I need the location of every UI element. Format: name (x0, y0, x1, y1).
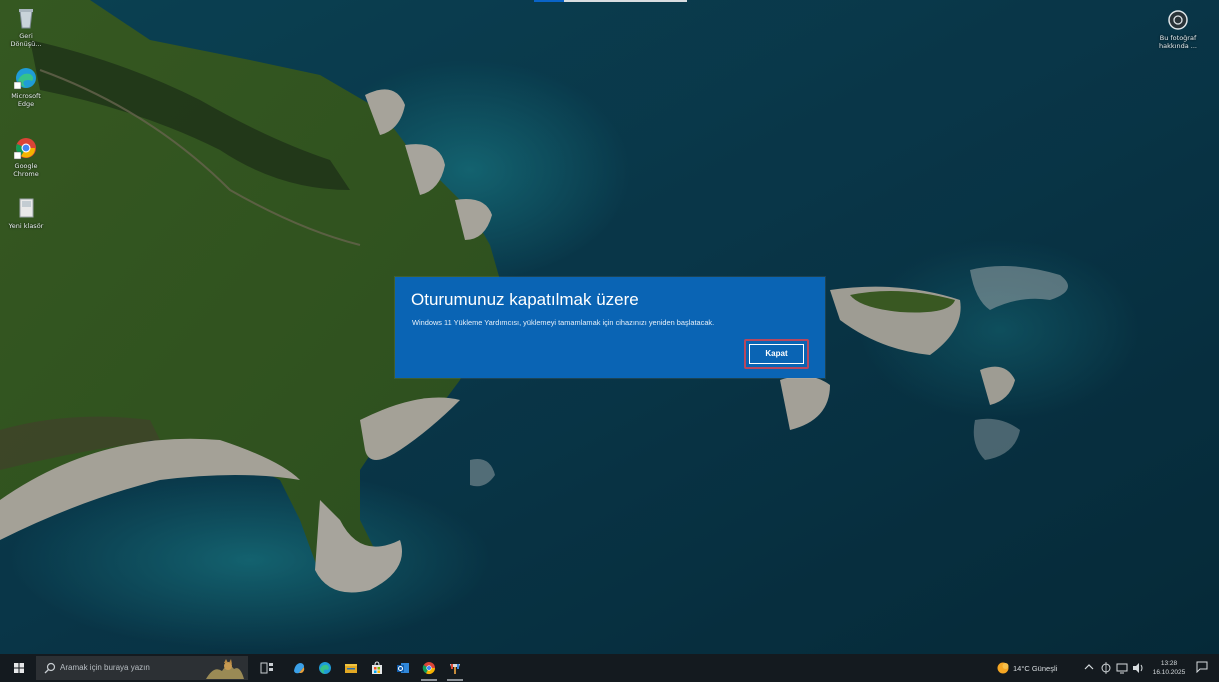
clock-date: 16.10.2025 (1152, 669, 1186, 676)
taskbar-task-view[interactable] (254, 654, 280, 682)
taskbar-chrome[interactable] (416, 654, 442, 682)
desktop-icon-label: Bu fotoğraf hakkında ... (1159, 34, 1197, 50)
taskbar-outlook[interactable] (390, 654, 416, 682)
start-button[interactable] (8, 654, 30, 682)
taskbar-store[interactable] (364, 654, 390, 682)
desktop-icon-about-photo[interactable]: Bu fotoğraf hakkında ... (1154, 8, 1202, 50)
desktop-icon-label: Yeni klasör (8, 222, 44, 230)
top-progress-bar (534, 0, 687, 2)
windows-logo-icon (14, 663, 24, 673)
volume-icon[interactable] (1132, 662, 1144, 674)
sun-icon (997, 662, 1009, 674)
weather-text: 14°C Güneşli (1013, 664, 1058, 673)
camera-icon (1166, 8, 1190, 32)
chrome-icon (422, 662, 435, 675)
edge-icon (13, 66, 38, 90)
folder-icon (14, 196, 38, 220)
taskbar-paint[interactable] (442, 654, 468, 682)
chrome-icon (13, 136, 38, 160)
close-button[interactable]: Kapat (749, 344, 804, 364)
search-highlight-image-icon (206, 659, 244, 679)
taskbar-file-explorer[interactable] (338, 654, 364, 682)
sign-out-dialog: Oturumunuz kapatılmak üzere Windows 11 Y… (395, 277, 825, 378)
search-placeholder: Aramak için buraya yazın (60, 663, 150, 672)
desktop-icon-recycle-bin[interactable]: Geri Dönüşü... (2, 6, 50, 48)
desktop-icon-label: Google Chrome (13, 162, 39, 178)
edge-icon (319, 662, 331, 674)
paint-icon (450, 664, 460, 674)
active-app-indicator (421, 679, 437, 681)
desktop-icon-new-folder[interactable]: Yeni klasör (2, 196, 50, 230)
network-icon[interactable] (1100, 662, 1112, 674)
desktop-icon-label: Geri Dönüşü... (10, 32, 42, 48)
chevron-up-icon[interactable] (1084, 662, 1094, 672)
copilot-icon (294, 663, 305, 674)
dialog-title: Oturumunuz kapatılmak üzere (411, 290, 639, 309)
desktop-screen: Geri Dönüşü... Microsoft Edge Google Chr… (0, 0, 1219, 682)
desktop-icon-microsoft-edge[interactable]: Microsoft Edge (2, 66, 50, 108)
taskbar-clock[interactable]: 13:28 16.10.2025 (1152, 654, 1186, 682)
display-icon[interactable] (1116, 662, 1128, 674)
system-tray (1080, 654, 1150, 682)
taskbar-search-box[interactable]: Aramak için buraya yazın (36, 656, 248, 680)
outlook-icon (397, 663, 409, 673)
dialog-message: Windows 11 Yükleme Yardımcısı, yüklemeyi… (412, 318, 715, 327)
clock-time: 13:28 (1160, 660, 1178, 667)
taskbar-edge[interactable] (312, 654, 338, 682)
file-explorer-icon (345, 664, 357, 673)
task-view-icon (260, 662, 273, 674)
notification-icon (1196, 661, 1208, 673)
active-app-indicator (447, 679, 463, 681)
desktop-icon-label: Microsoft Edge (11, 92, 41, 108)
taskbar: Aramak için buraya yazın 14°C Güneşli 13… (0, 654, 1219, 682)
store-icon (372, 661, 382, 674)
search-icon (44, 662, 56, 674)
recycle-bin-icon (14, 6, 38, 30)
taskbar-weather[interactable]: 14°C Güneşli (996, 654, 1076, 682)
desktop-icon-google-chrome[interactable]: Google Chrome (2, 136, 50, 178)
notification-center-button[interactable] (1190, 654, 1214, 682)
taskbar-copilot[interactable] (286, 654, 312, 682)
